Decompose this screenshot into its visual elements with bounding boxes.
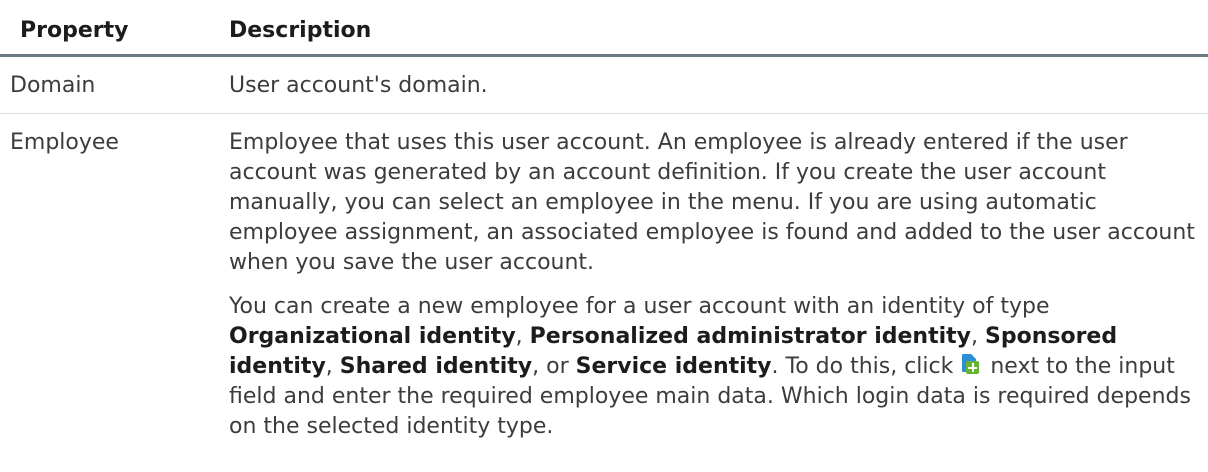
identity-type-shared: Shared identity	[339, 354, 533, 379]
add-new-employee-icon	[962, 354, 980, 375]
description-paragraph: Employee that uses this user account. An…	[229, 130, 1195, 275]
separator: ,	[325, 354, 340, 379]
identity-type-organizational: Organizational identity	[229, 324, 516, 349]
separator: ,	[971, 324, 985, 349]
table-row: Employee Employee that uses this user ac…	[0, 114, 1208, 444]
separator: , or	[532, 354, 576, 379]
column-header-property: Property	[0, 0, 209, 57]
table-header-row: Property Description	[0, 0, 1208, 57]
description-paragraph: You can create a new employee for a user…	[229, 292, 1200, 442]
column-header-description: Description	[209, 0, 1208, 57]
property-table: Property Description Domain User account…	[0, 0, 1208, 443]
paragraph-text: . To do this, click	[771, 354, 961, 379]
property-description: Employee that uses this user account. An…	[209, 114, 1208, 444]
separator: ,	[515, 324, 530, 349]
table-row: Domain User account's domain.	[0, 55, 1208, 114]
paragraph-text: You can create a new employee for a user…	[229, 294, 1050, 319]
property-name: Employee	[10, 130, 119, 155]
identity-type-service: Service identity	[575, 354, 772, 379]
identity-type-personalized-admin: Personalized administrator identity	[529, 324, 971, 349]
property-name: Domain	[0, 55, 209, 114]
property-description: User account's domain.	[209, 55, 1208, 114]
